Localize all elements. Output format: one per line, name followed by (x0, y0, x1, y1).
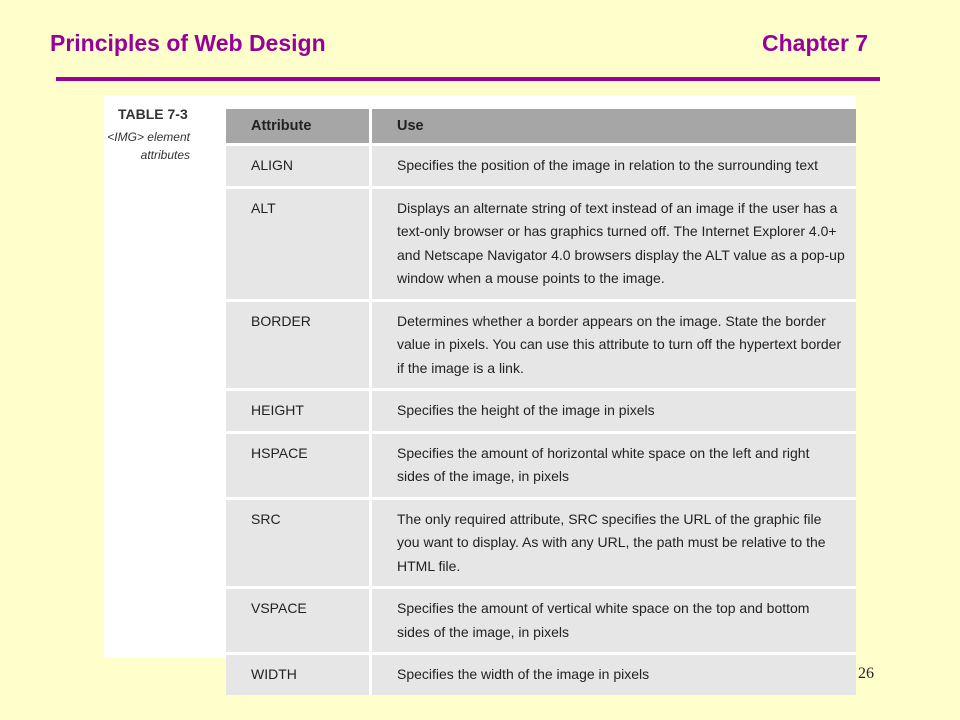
header-divider (56, 77, 880, 81)
attribute-cell: HEIGHT (226, 391, 372, 431)
attribute-cell: WIDTH (226, 655, 372, 695)
table-row: WIDTH Specifies the width of the image i… (226, 655, 856, 695)
page-number: 26 (858, 665, 874, 682)
table-row: HEIGHT Specifies the height of the image… (226, 391, 856, 431)
attribute-cell: ALT (226, 188, 372, 299)
use-cell: Specifies the amount of horizontal white… (372, 433, 856, 497)
use-cell: Specifies the position of the image in r… (372, 146, 856, 186)
attribute-cell: ALIGN (226, 146, 372, 186)
table-row: HSPACE Specifies the amount of horizonta… (226, 433, 856, 497)
table-row: ALIGN Specifies the position of the imag… (226, 146, 856, 186)
table-row: VSPACE Specifies the amount of vertical … (226, 589, 856, 652)
table-caption: <IMG> element attributes (107, 130, 190, 162)
use-cell: Specifies the height of the image in pix… (372, 391, 856, 431)
attribute-cell: SRC (226, 499, 372, 586)
table-header-row: Attribute Use (226, 109, 856, 143)
use-cell: Specifies the amount of vertical white s… (372, 589, 856, 652)
slide-title: Principles of Web Design (50, 30, 326, 56)
column-header-attribute: Attribute (226, 109, 372, 143)
use-cell: Determines whether a border appears on t… (372, 301, 856, 388)
table-figure: TABLE 7-3 <IMG> element attributes Attri… (104, 96, 856, 695)
chapter-label: Chapter 7 (762, 30, 869, 56)
table-row: ALT Displays an alternate string of text… (226, 188, 856, 299)
table-label: TABLE 7-3 (118, 106, 188, 122)
use-cell: Displays an alternate string of text ins… (372, 188, 856, 299)
attribute-cell: HSPACE (226, 433, 372, 497)
use-cell: Specifies the width of the image in pixe… (372, 655, 856, 695)
attribute-cell: BORDER (226, 301, 372, 388)
attribute-cell: VSPACE (226, 589, 372, 652)
column-header-use: Use (372, 109, 856, 143)
table-row: SRC The only required attribute, SRC spe… (226, 499, 856, 586)
use-cell: The only required attribute, SRC specifi… (372, 499, 856, 586)
attributes-table: Attribute Use ALIGN Specifies the positi… (226, 106, 856, 698)
table-row: BORDER Determines whether a border appea… (226, 301, 856, 388)
